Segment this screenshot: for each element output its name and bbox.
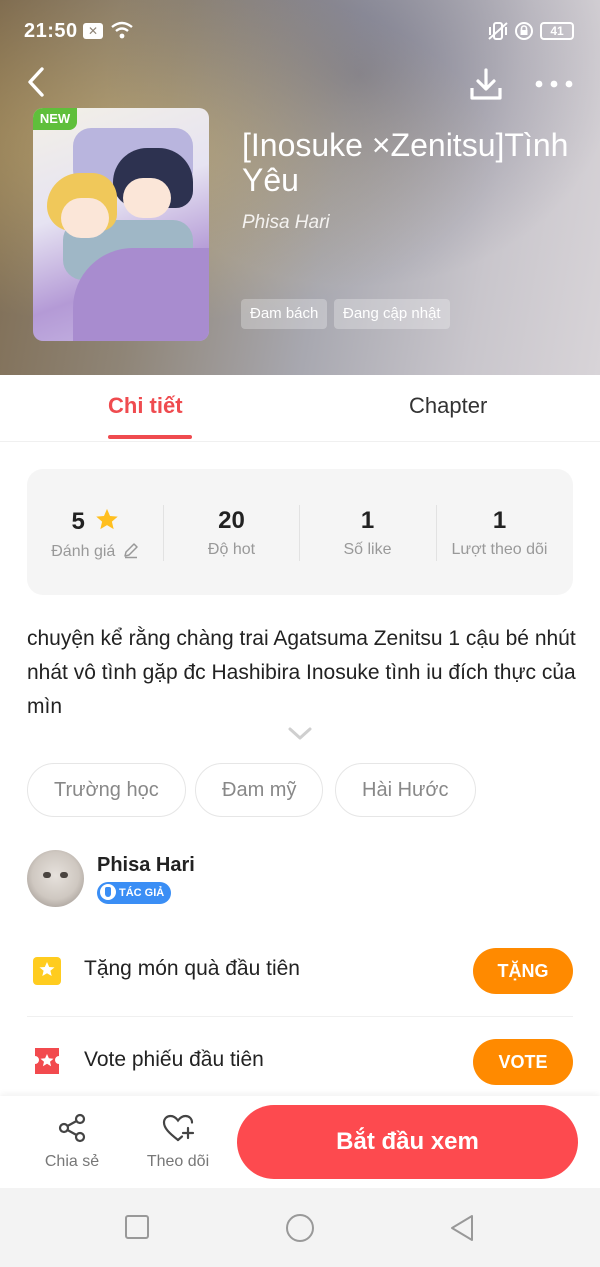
- stat-likes-value: 1: [360, 507, 375, 534]
- download-button[interactable]: [466, 64, 506, 104]
- comic-description: chuyện kể rằng chàng trai Agatsuma Zenit…: [27, 627, 576, 718]
- gift-icon: [31, 953, 63, 992]
- home-button[interactable]: [284, 1213, 316, 1248]
- share-label: Chia sẻ: [44, 1153, 100, 1170]
- stats-card: 5 Đánh giá 20 Độ hot 1 Số like 1 Lượt th…: [27, 469, 573, 595]
- vote-button[interactable]: VOTE: [473, 1039, 573, 1085]
- tag-genre: Đam bách: [241, 299, 328, 329]
- genre-chip[interactable]: Hài Hước: [335, 763, 476, 817]
- tab-bar: Chi tiết Chapter: [0, 375, 600, 442]
- stat-rating-label-wrap: Đánh giá: [27, 541, 164, 561]
- edit-icon: [124, 543, 138, 559]
- stat-followers-value: 1: [492, 507, 507, 534]
- rating-value: 5: [71, 508, 85, 535]
- circle-icon: [286, 1214, 314, 1242]
- heart-plus-icon: [162, 1114, 195, 1142]
- vote-label: Vote phiếu đầu tiên: [84, 1048, 264, 1071]
- new-badge: NEW: [33, 108, 77, 130]
- stat-followers: 1 Lượt theo dõi: [431, 469, 568, 595]
- bottom-action-bar: Chia sẻ Theo dõi Bắt đầu xem: [0, 1096, 600, 1188]
- star-icon: [95, 508, 118, 530]
- rotation-lock-icon: [514, 21, 534, 46]
- chevron-down-icon: [288, 727, 312, 740]
- status-bar: 21:50 ✕ 41: [0, 0, 600, 60]
- tab-detail[interactable]: Chi tiết: [108, 393, 183, 419]
- pen-icon: [100, 884, 116, 900]
- stat-hot-value: 20: [218, 507, 245, 534]
- recent-apps-button[interactable]: [124, 1213, 150, 1246]
- genre-chip[interactable]: Trường học: [27, 763, 186, 817]
- author-role-badge: TÁC GIẢ: [97, 882, 172, 904]
- genre-chip[interactable]: Đam mỹ: [195, 763, 324, 817]
- tab-indicator: [108, 435, 192, 439]
- back-icon: [28, 67, 44, 97]
- comic-title: [Inosuke ×Zenitsu]Tình Yêu: [242, 127, 569, 198]
- tag-status: Đang cập nhật: [334, 299, 450, 329]
- more-icon: [535, 80, 573, 88]
- nav-back-button[interactable]: [448, 1213, 476, 1248]
- expand-description-button[interactable]: [287, 726, 313, 747]
- author-name[interactable]: Phisa Hari: [97, 854, 195, 877]
- gift-button[interactable]: TẶNG: [473, 948, 573, 994]
- notification-icon: ✕: [83, 23, 103, 39]
- stat-rating-label: Đánh giá: [51, 543, 116, 560]
- start-reading-button[interactable]: Bắt đầu xem: [237, 1105, 578, 1179]
- status-time: 21:50: [24, 20, 78, 42]
- gift-label: Tặng món quà đầu tiên: [84, 957, 300, 980]
- square-icon: [125, 1215, 149, 1239]
- triangle-back-icon: [451, 1215, 473, 1241]
- tab-chapter[interactable]: Chapter: [409, 393, 487, 419]
- stat-rating-value: 5: [27, 507, 164, 536]
- comic-author: Phisa Hari: [242, 212, 330, 233]
- stat-hot-label: Độ hot: [207, 541, 256, 558]
- ticket-icon: [31, 1044, 63, 1083]
- stat-hot: 20 Độ hot: [163, 469, 300, 595]
- divider: [27, 1016, 573, 1017]
- back-button[interactable]: [22, 64, 54, 100]
- comic-cover-image: [33, 108, 209, 341]
- wifi-icon: [110, 20, 134, 45]
- stat-rating[interactable]: 5 Đánh giá: [27, 469, 164, 595]
- gift-row: Tặng món quà đầu tiên TẶNG: [27, 927, 573, 1017]
- follow-button[interactable]: Theo dõi: [138, 1112, 218, 1171]
- author-role-label: TÁC GIẢ: [119, 887, 165, 899]
- download-icon: [470, 68, 502, 100]
- follow-label: Theo dõi: [146, 1153, 210, 1170]
- system-nav-bar: [0, 1188, 600, 1267]
- comic-header: 21:50 ✕ 41 NEW [Inosuke ×Zenitsu]Tình Yê…: [0, 0, 600, 375]
- more-button[interactable]: [532, 72, 576, 96]
- vibrate-icon: [486, 21, 510, 46]
- vote-row: Vote phiếu đầu tiên VOTE: [27, 1018, 573, 1108]
- share-icon: [58, 1113, 86, 1143]
- stat-likes: 1 Số like: [299, 469, 436, 595]
- stat-likes-label: Số like: [343, 541, 392, 558]
- battery-indicator: 41: [540, 22, 574, 40]
- stat-followers-label: Lượt theo dõi: [451, 541, 548, 558]
- share-button[interactable]: Chia sẻ: [32, 1112, 112, 1171]
- avatar[interactable]: [27, 850, 84, 907]
